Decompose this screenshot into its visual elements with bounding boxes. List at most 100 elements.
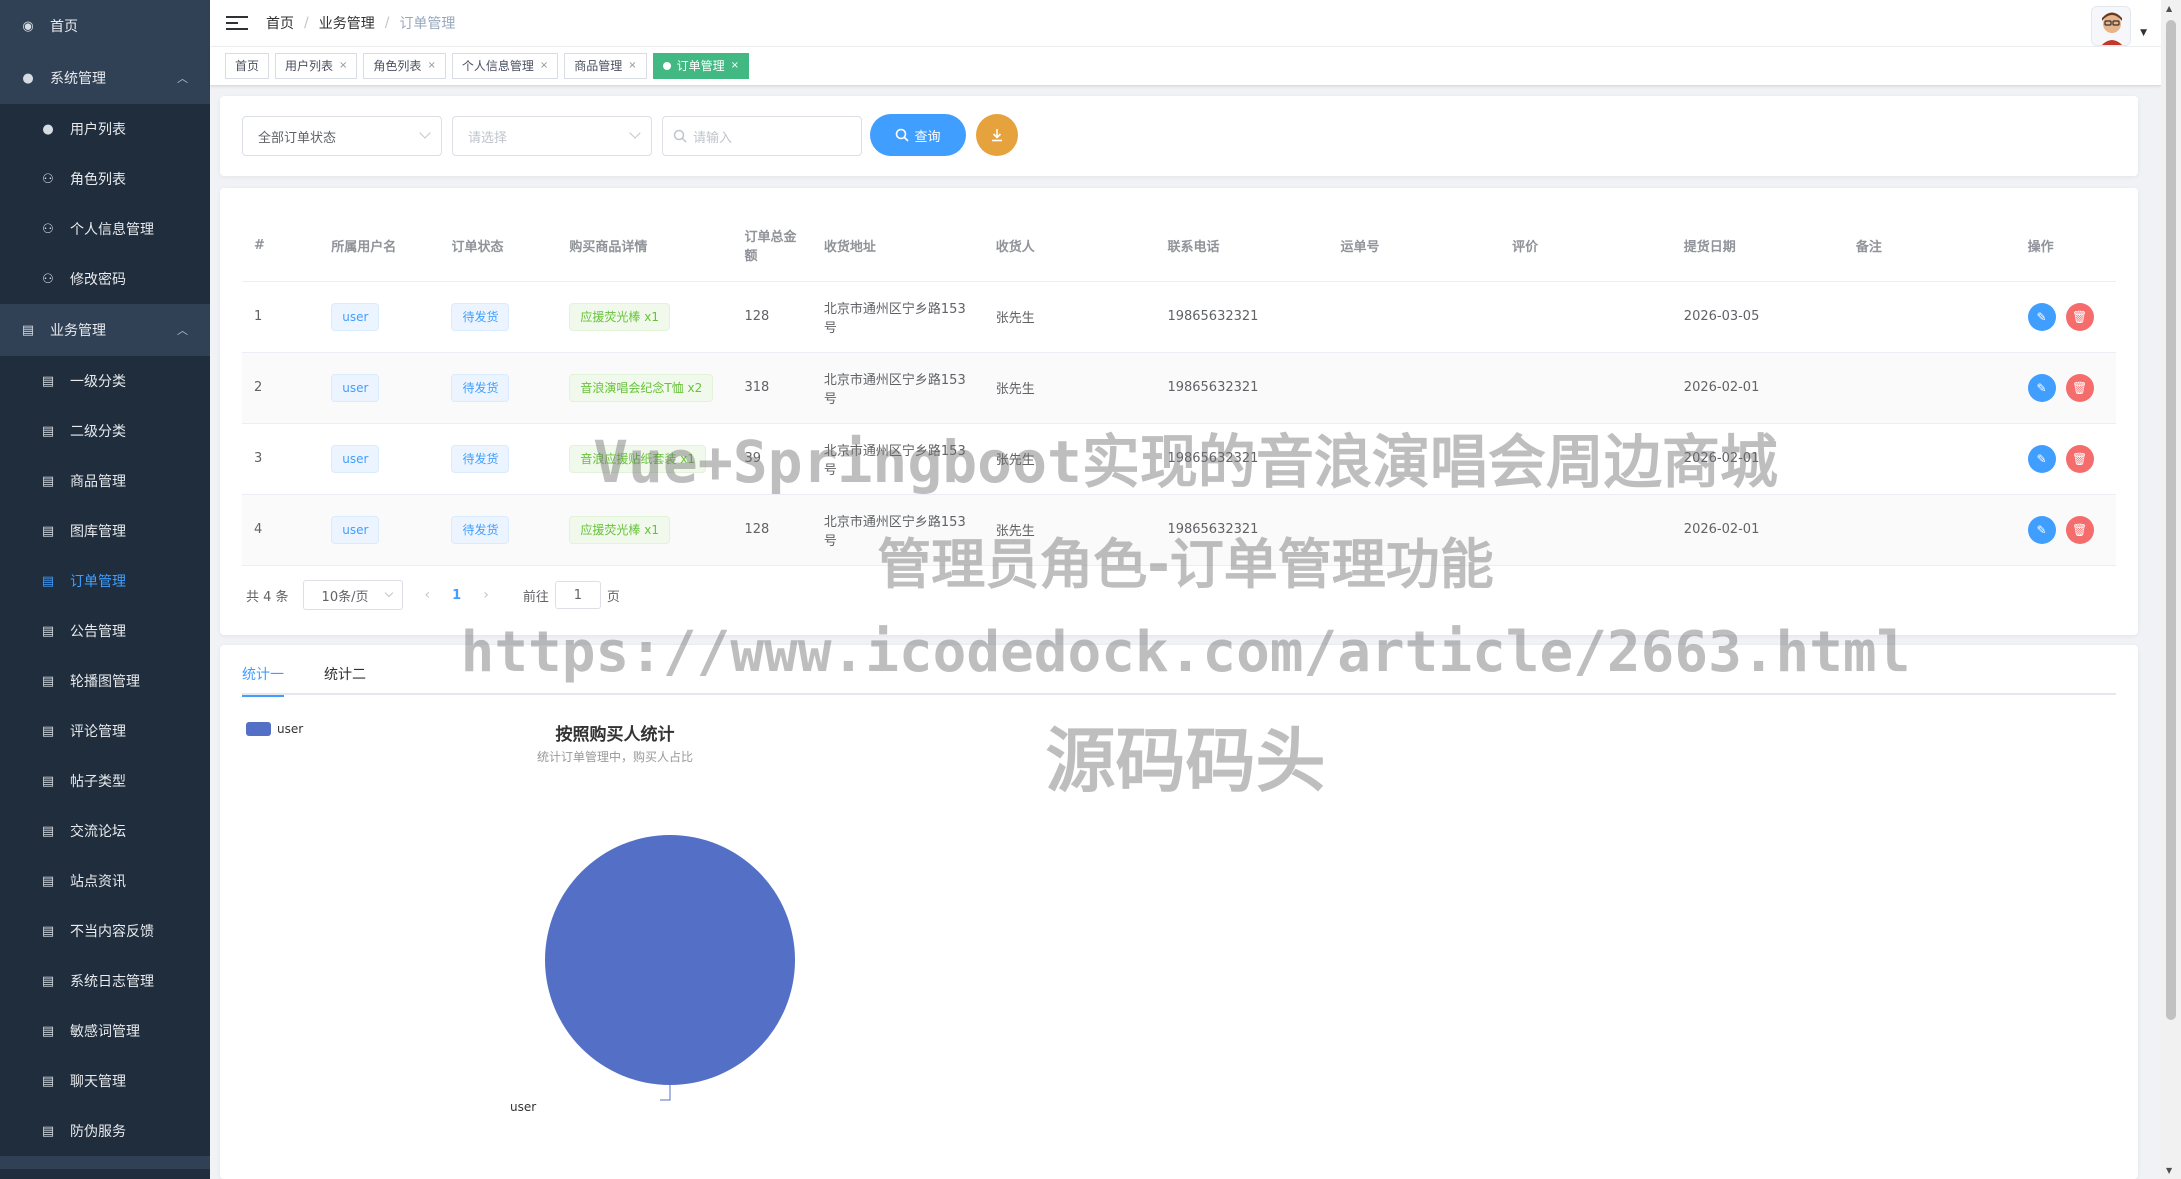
sidebar-item[interactable]: ▤ 轮播图管理 xyxy=(0,656,210,706)
delete-button[interactable]: 🗑 xyxy=(2065,444,2094,473)
download-icon xyxy=(992,129,1002,142)
scrollbar-thumb[interactable] xyxy=(2166,20,2176,1020)
sidebar-item-label: 评论管理 xyxy=(70,724,126,740)
table-header-cell: 所属用户名 xyxy=(319,210,440,282)
sidebar-item[interactable]: ● 用户列表 xyxy=(0,104,210,154)
sidebar-item[interactable]: ⚇ 个人信息管理 xyxy=(0,204,210,254)
sidebar-item[interactable]: ▤ 评论管理 xyxy=(0,706,210,756)
scroll-up-icon[interactable]: ▲ xyxy=(2166,4,2172,13)
close-icon[interactable]: × xyxy=(427,54,435,78)
goto-page-input[interactable]: 1 xyxy=(554,581,601,609)
sidebar-item[interactable]: ▤ 站点资讯 xyxy=(0,856,210,906)
query-button[interactable]: 查询 xyxy=(870,114,966,156)
cell-review xyxy=(1500,352,1672,424)
breadcrumb-item[interactable]: 首页 xyxy=(266,13,294,33)
edit-button[interactable]: ✎ xyxy=(2027,302,2056,331)
vertical-scrollbar[interactable]: ▲ ▼ xyxy=(2161,0,2181,1179)
trash-icon: 🗑 xyxy=(2071,380,2088,395)
sidebar-item[interactable]: ▤ 不当内容反馈 xyxy=(0,906,210,956)
close-icon[interactable]: × xyxy=(628,54,636,78)
sidebar-item[interactable]: ▤ 系统日志管理 xyxy=(0,956,210,1006)
edit-button[interactable]: ✎ xyxy=(2027,515,2056,544)
cell-no: 2 xyxy=(242,352,320,424)
close-icon[interactable]: × xyxy=(731,54,739,78)
cell-remark xyxy=(1843,494,2016,566)
sidebar-item[interactable]: ▤ 防伪服务 xyxy=(0,1106,210,1156)
sidebar-item[interactable]: ▤ 交流论坛 xyxy=(0,806,210,856)
cell-remark xyxy=(1843,281,2016,353)
sidebar-item-label: 订单管理 xyxy=(70,574,126,590)
sidebar-item[interactable]: ▤ 业务管理 ︿ xyxy=(0,304,210,356)
pie-slice[interactable] xyxy=(545,835,795,1085)
sidebar-item[interactable]: ▤ 公告管理 xyxy=(0,606,210,656)
sidebar-item[interactable]: ◉ 首页 xyxy=(0,0,210,52)
secondary-select[interactable]: 请选择 xyxy=(452,116,652,156)
sidebar-item[interactable]: ▤ 一级分类 xyxy=(0,356,210,406)
delete-button[interactable]: 🗑 xyxy=(2065,373,2094,402)
sidebar-item-label: 修改密码 xyxy=(70,272,126,288)
close-icon[interactable]: × xyxy=(540,54,548,78)
sidebar-item-label: 用户列表 xyxy=(70,122,126,138)
download-button[interactable] xyxy=(976,114,1018,156)
sidebar-item[interactable]: ▤ 帖子类型 xyxy=(0,756,210,806)
sidebar-item[interactable]: ▤ 商品管理 xyxy=(0,456,210,506)
legend-swatch xyxy=(246,722,271,736)
edit-button[interactable]: ✎ xyxy=(2027,373,2056,402)
sidebar-item[interactable]: ⚇ 角色列表 xyxy=(0,154,210,204)
tab-stats-one[interactable]: 统计一 xyxy=(242,655,284,697)
cell-goods: 应援荧光棒 x1 xyxy=(557,281,733,353)
document-icon: ▤ xyxy=(41,973,55,989)
sidebar-item[interactable]: ▤ 订单管理 xyxy=(0,556,210,606)
prev-page-button[interactable]: ‹ xyxy=(425,587,431,603)
delete-button[interactable]: 🗑 xyxy=(2065,515,2094,544)
tags-view: 首页 用户列表 × 角色列表 × 个人信息管理 × 商品管理 × 订单管理 × xyxy=(210,47,2161,86)
table-header-cell: 联系电话 xyxy=(1155,210,1329,282)
hamburger-icon[interactable] xyxy=(226,13,248,33)
tag-item[interactable]: 订单管理 × xyxy=(652,53,750,79)
sidebar-item[interactable]: ▤ 二级分类 xyxy=(0,406,210,456)
table-row: 2 user 待发货 音浪演唱会纪念T恤 x2 318 北京市通州区宁乡路153号 张先生 1… xyxy=(242,352,2116,424)
caret-down-icon[interactable]: ▼ xyxy=(2140,28,2147,38)
cell-phone: 19865632321 xyxy=(1155,423,1329,495)
cell-date: 2026-02-01 xyxy=(1671,352,1844,424)
page-size-select[interactable]: 10条/页 xyxy=(302,580,403,610)
order-status-select[interactable]: 全部订单状态 xyxy=(242,116,442,156)
next-page-button[interactable]: › xyxy=(483,587,489,603)
stats-panel: 统计一 统计二 user 按照购买人统计 统计订单管理中，购买人占比 user xyxy=(220,645,2138,1179)
scroll-down-icon[interactable]: ▼ xyxy=(2166,1166,2172,1175)
tag-item[interactable]: 用户列表 × xyxy=(275,53,358,79)
page-jumper: 前往 1 页 xyxy=(523,581,620,609)
document-icon: ▤ xyxy=(41,523,55,539)
tag-item[interactable]: 商品管理 × xyxy=(564,53,647,79)
avatar[interactable] xyxy=(2091,6,2131,46)
sidebar-item[interactable]: ⚇ 修改密码 xyxy=(0,254,210,304)
search-input[interactable]: 请输入 xyxy=(662,116,862,156)
edit-button[interactable]: ✎ xyxy=(2027,444,2056,473)
tab-stats-two[interactable]: 统计二 xyxy=(324,655,366,695)
close-icon[interactable]: × xyxy=(339,54,347,78)
order-status-value: 全部订单状态 xyxy=(258,130,337,146)
filter-panel: 全部订单状态 请选择 请输入 查询 xyxy=(220,96,2138,176)
sidebar-item[interactable]: ● 系统管理 ︿ xyxy=(0,52,210,104)
sidebar-item-label: 角色列表 xyxy=(70,172,126,188)
sidebar-item[interactable]: ▤ 敏感词管理 xyxy=(0,1006,210,1056)
cell-amount: 128 xyxy=(732,494,812,566)
sidebar-item[interactable]: ▤ 聊天管理 xyxy=(0,1056,210,1106)
tag-item[interactable]: 角色列表 × xyxy=(363,53,446,79)
cell-review xyxy=(1500,494,1672,566)
cell-status: 待发货 xyxy=(439,352,558,424)
sidebar-item[interactable]: ▤ 图库管理 xyxy=(0,506,210,556)
cell-date: 2026-02-01 xyxy=(1671,494,1844,566)
tag-item[interactable]: 首页 xyxy=(225,53,270,79)
page-number[interactable]: 1 xyxy=(452,588,461,603)
sidebar-item-label: 图库管理 xyxy=(70,524,126,540)
trash-icon: 🗑 xyxy=(2071,451,2088,466)
sidebar-item-label: 敏感词管理 xyxy=(70,1024,140,1040)
chart-legend[interactable]: user xyxy=(246,722,303,736)
delete-button[interactable]: 🗑 xyxy=(2065,302,2094,331)
tag-label: 订单管理 xyxy=(676,59,725,73)
sidebar-item-label: 帖子类型 xyxy=(70,774,126,790)
tag-item[interactable]: 个人信息管理 × xyxy=(451,53,559,79)
breadcrumb-item[interactable]: 业务管理 xyxy=(319,13,375,33)
sidebar-item-label: 站点资讯 xyxy=(70,874,126,890)
